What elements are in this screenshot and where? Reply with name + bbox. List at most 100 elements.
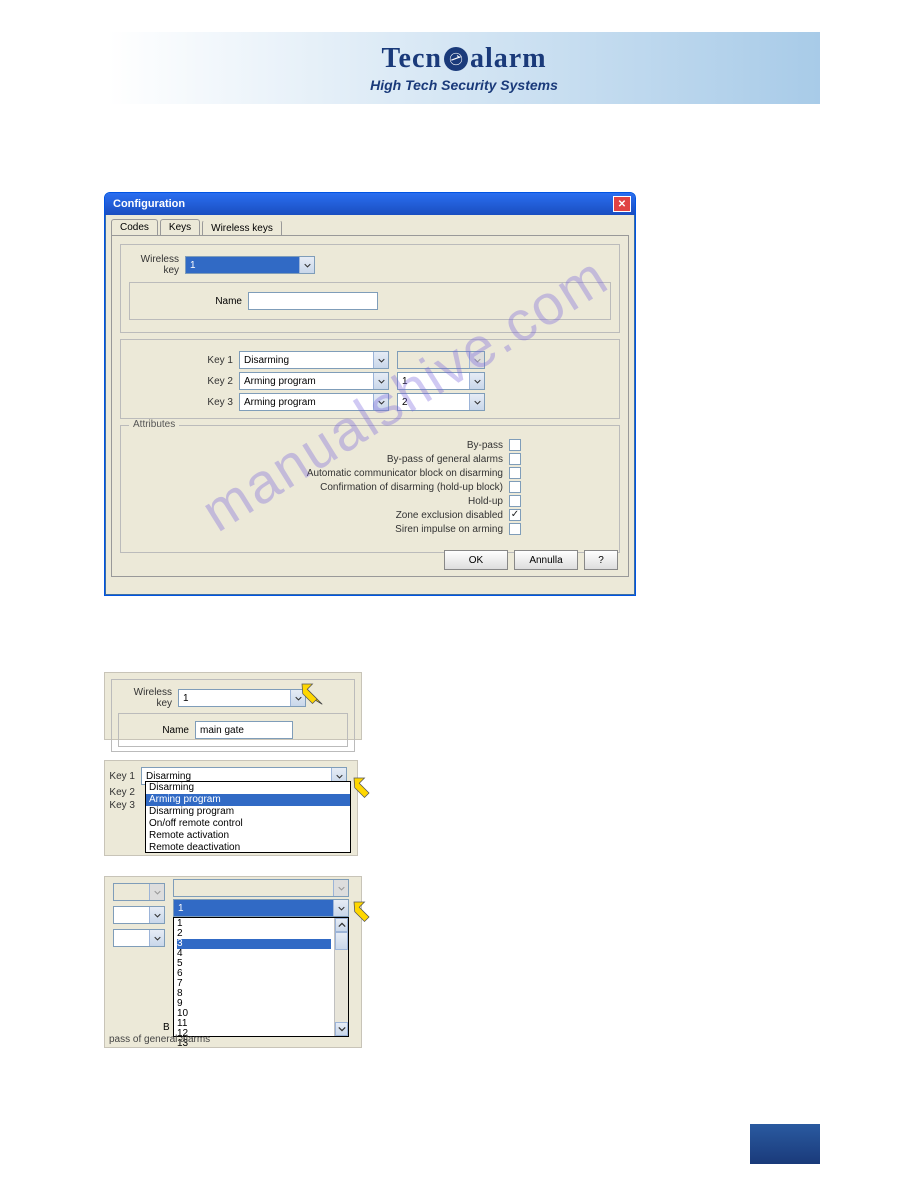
scroll-down-icon[interactable] (335, 1022, 348, 1036)
key3-param-combo[interactable]: 2 (397, 393, 485, 411)
name-subgroup: Name (129, 282, 611, 320)
key2-func-combo[interactable]: Arming program (239, 372, 389, 390)
list-item[interactable]: 4 (177, 949, 331, 959)
titlebar[interactable]: Configuration ✕ (105, 193, 635, 215)
list-item[interactable]: 7 (177, 979, 331, 989)
chevron-down-icon[interactable] (373, 394, 388, 410)
s2-key1-label: Key 1 (109, 771, 141, 782)
s1-name-label: Name (125, 725, 195, 736)
attr-auto-comm-block: Automatic communicator block on disarmin… (307, 468, 503, 479)
tab-content: Wireless key 1 Name Key 1 Disarming (111, 235, 629, 577)
s1-name-field[interactable] (195, 721, 293, 739)
s2-key2-label: Key 2 (109, 787, 141, 798)
configuration-dialog: Configuration ✕ Codes Keys Wireless keys… (104, 192, 636, 596)
list-item[interactable]: Disarming (146, 782, 350, 794)
chevron-down-icon[interactable] (149, 930, 164, 946)
list-item[interactable]: 1 (177, 919, 331, 929)
s1-wk-combo[interactable]: 1 (178, 689, 306, 707)
chevron-down-icon[interactable] (469, 373, 484, 389)
key1-label: Key 1 (129, 355, 239, 366)
chevron-down-icon[interactable] (149, 907, 164, 923)
list-item[interactable]: 3 (177, 939, 331, 949)
wireless-key-combo[interactable]: 1 (185, 256, 315, 274)
chevron-down-icon (149, 884, 164, 900)
cancel-button[interactable]: Annulla (514, 550, 578, 570)
chevron-down-icon[interactable] (373, 352, 388, 368)
s3-bottom-text: pass of general alarms (109, 1034, 210, 1045)
checkbox-auto-comm-block[interactable] (509, 467, 521, 479)
scroll-thumb[interactable] (335, 932, 348, 950)
wireless-key-value: 1 (186, 260, 299, 271)
s3-listbox[interactable]: 1 2 3 4 5 6 7 8 9 10 11 12 13 (173, 917, 349, 1037)
checkbox-bypass[interactable] (509, 439, 521, 451)
key3-label: Key 3 (129, 397, 239, 408)
ok-button[interactable]: OK (444, 550, 508, 570)
close-icon[interactable]: ✕ (613, 196, 631, 212)
tab-keys[interactable]: Keys (160, 219, 200, 235)
attributes-group: Attributes By-pass By-pass of general al… (120, 425, 620, 553)
tab-codes[interactable]: Codes (111, 219, 158, 235)
key2-label: Key 2 (129, 376, 239, 387)
tagline: High Tech Security Systems (370, 77, 558, 93)
scrollbar[interactable] (334, 918, 348, 1036)
s3-b-label: B (163, 1022, 170, 1033)
s2-key3-label: Key 3 (109, 800, 141, 811)
list-item[interactable]: Arming program (146, 794, 350, 806)
keys-group: Key 1 Disarming Key 2 Arming program 1 K… (120, 339, 620, 419)
checkbox-zone-excl[interactable] (509, 509, 521, 521)
attributes-label: Attributes (129, 419, 179, 430)
list-item[interactable]: 11 (177, 1019, 331, 1029)
arrow-icon (296, 678, 326, 708)
footer-bar (750, 1124, 820, 1164)
chevron-down-icon[interactable] (299, 257, 314, 273)
list-item[interactable]: 8 (177, 989, 331, 999)
list-item[interactable]: 9 (177, 999, 331, 1009)
name-field[interactable] (248, 292, 378, 310)
attr-bypass-general: By-pass of general alarms (387, 454, 503, 465)
key1-func-combo[interactable]: Disarming (239, 351, 389, 369)
list-item[interactable]: Disarming program (146, 806, 350, 818)
list-item[interactable]: 5 (177, 959, 331, 969)
tab-wireless-keys[interactable]: Wireless keys (202, 220, 282, 236)
key1-param-combo (397, 351, 485, 369)
list-item[interactable]: Remote deactivation (146, 842, 350, 854)
chevron-down-icon (469, 352, 484, 368)
attr-siren-impulse: Siren impulse on arming (395, 524, 503, 535)
list-item[interactable]: 10 (177, 1009, 331, 1019)
s2-listbox[interactable]: Disarming Arming program Disarming progr… (145, 781, 351, 853)
wireless-key-group: Wireless key 1 Name (120, 244, 620, 333)
attr-bypass: By-pass (467, 440, 503, 451)
wireless-key-label: Wireless key (129, 254, 185, 276)
checkbox-confirm-disarm[interactable] (509, 481, 521, 493)
logo: Tecn alarm (381, 43, 546, 75)
list-item[interactable]: Remote activation (146, 830, 350, 842)
snippet-key-function: Key 1 Disarming Key 2 Key 3 Disarming Ar… (104, 760, 358, 856)
scroll-up-icon[interactable] (335, 918, 348, 932)
window-title: Configuration (113, 198, 185, 210)
button-bar: OK Annulla ? (444, 550, 618, 570)
checkbox-holdup[interactable] (509, 495, 521, 507)
s3-side-combo-2[interactable] (113, 906, 165, 924)
chevron-down-icon (333, 880, 348, 896)
arrow-icon (348, 896, 378, 926)
s1-wk-label: Wireless key (118, 687, 178, 709)
list-item[interactable]: 2 (177, 929, 331, 939)
list-item[interactable]: 6 (177, 969, 331, 979)
logo-globe-icon (444, 47, 468, 71)
s3-main-combo[interactable]: 1 (173, 899, 349, 917)
logo-suffix: alarm (470, 43, 547, 75)
logo-prefix: Tecn (381, 43, 442, 75)
chevron-down-icon[interactable] (333, 900, 348, 916)
help-button[interactable]: ? (584, 550, 618, 570)
checkbox-siren-impulse[interactable] (509, 523, 521, 535)
key2-param-combo[interactable]: 1 (397, 372, 485, 390)
arrow-icon (348, 772, 378, 802)
snippet-number-select: 1 1 2 3 4 5 6 7 8 9 10 11 12 13 B pass o… (104, 876, 362, 1048)
checkbox-bypass-general[interactable] (509, 453, 521, 465)
chevron-down-icon[interactable] (469, 394, 484, 410)
s3-side-combo-3[interactable] (113, 929, 165, 947)
key3-func-combo[interactable]: Arming program (239, 393, 389, 411)
name-label: Name (138, 296, 248, 307)
list-item[interactable]: On/off remote control (146, 818, 350, 830)
chevron-down-icon[interactable] (373, 373, 388, 389)
